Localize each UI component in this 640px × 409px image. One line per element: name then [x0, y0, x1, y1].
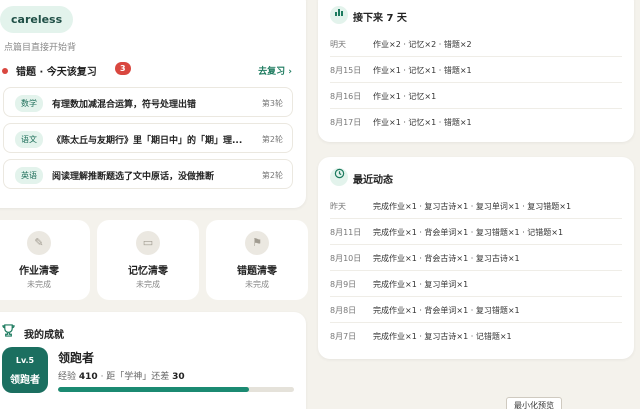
- activity-row: 8月10日 完成作业×1 · 背会古诗×1 · 复习古诗×1: [330, 245, 622, 271]
- row-text: 作业×1 · 记忆×1 · 错题×1: [373, 118, 472, 127]
- review-card: careless 点篇目直接开始背 错题 · 今天该复习 3 去复习 › 数学 …: [0, 0, 306, 208]
- tile-title: 记忆清零: [128, 266, 168, 277]
- error-review-title: 错题 · 今天该复习: [16, 67, 97, 78]
- book-icon: ▭: [136, 231, 160, 255]
- experience-text: 经验 410 · 距「学神」还差 30: [58, 369, 185, 382]
- row-date: 8月11日: [330, 228, 362, 237]
- trophy-icon: [2, 324, 15, 340]
- tile-status: 未完成: [27, 280, 51, 289]
- alert-dot-icon: [2, 68, 8, 74]
- start-hint: 点篇目直接开始背: [4, 43, 77, 53]
- exp-value: 410: [78, 372, 98, 382]
- row-text: 完成作业×1 · 复习古诗×1 · 记错题×1: [373, 332, 512, 341]
- exp-gap-value: 30: [172, 372, 185, 382]
- row-date: 8月7日: [330, 332, 357, 341]
- rank-name: 领跑者: [58, 351, 95, 365]
- next-7-days-card: 接下来 7 天 明天 作业×2 · 记忆×2 · 错题×2 8月15日 作业×1…: [318, 0, 634, 142]
- achievement-card: 我的成就 Lv.5 领跑者 领跑者 经验 410 · 距「学神」还差 30: [0, 312, 306, 409]
- go-review-link[interactable]: 去复习 ›: [258, 64, 292, 77]
- error-text: 《陈太丘与友期行》里「期日中」的「期」理...: [52, 136, 243, 146]
- row-text: 作业×2 · 记忆×2 · 错题×2: [373, 40, 472, 49]
- recent-activity-title: 最近动态: [353, 175, 393, 186]
- activity-row: 8月7日 完成作业×1 · 复习古诗×1 · 记错题×1: [330, 323, 622, 349]
- row-date: 8月8日: [330, 306, 357, 315]
- review-round: 第2轮: [261, 171, 283, 180]
- row-date: 8月16日: [330, 92, 362, 101]
- review-round: 第3轮: [261, 99, 283, 108]
- bar-chart-icon: [330, 6, 348, 24]
- experience-progress-fill: [58, 387, 250, 392]
- row-date: 8月17日: [330, 118, 362, 127]
- exp-gap-label: · 距「学神」还差: [100, 372, 170, 382]
- tile-title: 错题清零: [237, 266, 277, 277]
- flag-icon: ⚑: [245, 231, 269, 255]
- row-date: 明天: [330, 40, 346, 49]
- row-text: 完成作业×1 · 背会单词×1 · 复习错题×1 · 记错题×1: [373, 228, 564, 237]
- row-date: 昨天: [330, 202, 346, 211]
- level-badge-name: 领跑者: [10, 375, 40, 386]
- tile-memory-clear[interactable]: ▭ 记忆清零 未完成: [97, 220, 199, 300]
- achievement-title: 我的成就: [24, 330, 64, 341]
- tile-title: 作业清零: [19, 266, 59, 277]
- recent-activity-card: 最近动态 昨天 完成作业×1 · 复习古诗×1 · 复习单词×1 · 复习错题×…: [318, 157, 634, 359]
- row-text: 完成作业×1 · 复习古诗×1 · 复习单词×1 · 复习错题×1: [373, 202, 572, 211]
- next-7-days-title: 接下来 7 天: [353, 13, 407, 24]
- tile-homework-clear[interactable]: ✎ 作业清零 未完成: [0, 220, 90, 300]
- error-item[interactable]: 英语 阅读理解推断题选了文中原话，没做推断 第2轮: [3, 159, 293, 189]
- schedule-row: 明天 作业×2 · 记忆×2 · 错题×2: [330, 31, 622, 57]
- subject-tag: 英语: [15, 167, 43, 184]
- clock-icon: [330, 168, 348, 186]
- row-text: 完成作业×1 · 背会古诗×1 · 复习古诗×1: [373, 254, 520, 263]
- error-text: 有理数加减混合运算，符号处理出错: [52, 100, 197, 110]
- activity-row: 8月11日 完成作业×1 · 背会单词×1 · 复习错题×1 · 记错题×1: [330, 219, 622, 245]
- row-date: 8月10日: [330, 254, 362, 263]
- error-text: 阅读理解推断题选了文中原话，没做推断: [52, 172, 215, 182]
- activity-row: 昨天 完成作业×1 · 复习古诗×1 · 复习单词×1 · 复习错题×1: [330, 193, 622, 219]
- activity-row: 8月9日 完成作业×1 · 复习单词×1: [330, 271, 622, 297]
- row-date: 8月15日: [330, 66, 362, 75]
- review-round: 第2轮: [261, 135, 283, 144]
- level-label: Lv.5: [15, 356, 35, 365]
- tile-status: 未完成: [136, 280, 160, 289]
- minimize-preview-button[interactable]: 最小化预览: [506, 397, 562, 409]
- pencil-icon: ✎: [27, 231, 51, 255]
- error-count-badge: 3: [115, 62, 131, 75]
- row-text: 作业×1 · 记忆×1 · 错题×1: [373, 66, 472, 75]
- activity-row: 8月8日 完成作业×1 · 背会单词×1 · 复习错题×1: [330, 297, 622, 323]
- schedule-row: 8月15日 作业×1 · 记忆×1 · 错题×1: [330, 57, 622, 83]
- careless-chip[interactable]: careless: [0, 6, 74, 33]
- row-text: 作业×1 · 记忆×1: [373, 92, 437, 101]
- tile-status: 未完成: [245, 280, 269, 289]
- error-item[interactable]: 语文 《陈太丘与友期行》里「期日中」的「期」理... 第2轮: [3, 123, 293, 153]
- subject-tag: 语文: [15, 131, 43, 148]
- row-date: 8月9日: [330, 280, 357, 289]
- error-review-header: 错题 · 今天该复习 3 去复习 ›: [2, 62, 292, 79]
- schedule-row: 8月17日 作业×1 · 记忆×1 · 错题×1: [330, 109, 622, 135]
- row-text: 完成作业×1 · 背会单词×1 · 复习错题×1: [373, 306, 520, 315]
- exp-label: 经验: [58, 372, 77, 382]
- tile-errors-clear[interactable]: ⚑ 错题清零 未完成: [206, 220, 308, 300]
- experience-progress: [58, 387, 294, 392]
- level-badge: Lv.5 领跑者: [2, 347, 48, 393]
- subject-tag: 数学: [15, 95, 43, 112]
- error-item[interactable]: 数学 有理数加减混合运算，符号处理出错 第3轮: [3, 87, 293, 117]
- row-text: 完成作业×1 · 复习单词×1: [373, 280, 469, 289]
- schedule-row: 8月16日 作业×1 · 记忆×1: [330, 83, 622, 109]
